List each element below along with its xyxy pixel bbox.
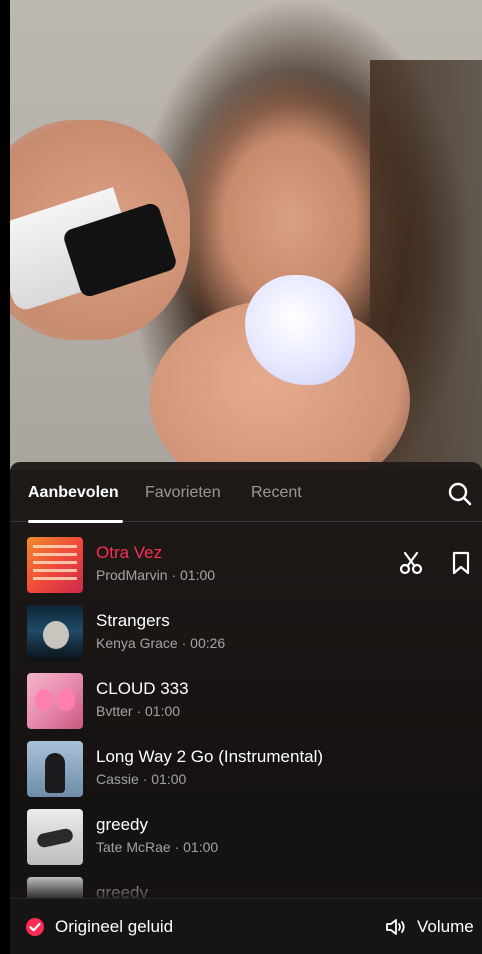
tab-favorieten[interactable]: Favorieten xyxy=(145,484,221,502)
bookmark-icon[interactable] xyxy=(448,550,474,576)
search-icon[interactable] xyxy=(446,480,474,508)
track-title: greedy xyxy=(96,815,148,834)
list-item[interactable]: Otra Vez ProdMarvin · 01:00 xyxy=(10,532,482,594)
track-title: Strangers xyxy=(96,611,170,630)
track-meta: ProdMarvin · 01:00 xyxy=(96,567,216,583)
track-meta: Tate McRae · 01:00 xyxy=(96,839,219,855)
volume-button[interactable]: Volume xyxy=(385,916,480,938)
sound-footer: Origineel geluid Volume xyxy=(10,898,482,954)
track-actions xyxy=(378,550,474,578)
list-item[interactable]: Strangers Kenya Grace · 00:26 xyxy=(10,600,482,662)
track-meta: Bvtter · 01:00 xyxy=(96,703,181,719)
album-cover xyxy=(27,741,83,797)
scissors-icon[interactable] xyxy=(398,550,424,576)
sound-picker-sheet: Aanbevolen Favorieten Recent Otra Vez Pr… xyxy=(10,462,482,954)
volume-label: Volume xyxy=(417,917,474,936)
active-tab-indicator xyxy=(28,520,123,523)
track-meta: Cassie · 01:00 xyxy=(96,771,187,787)
list-item[interactable]: greedy Tate McRae · 01:00 xyxy=(10,804,482,866)
check-circle-icon xyxy=(26,918,44,936)
album-cover xyxy=(27,673,83,729)
list-item[interactable]: CLOUD 333 Bvtter · 01:00 xyxy=(10,668,482,730)
video-left-edge xyxy=(0,0,10,470)
tab-aanbevolen[interactable]: Aanbevolen xyxy=(28,484,119,502)
tab-bar: Aanbevolen Favorieten Recent xyxy=(10,462,482,523)
original-sound-label: Origineel geluid xyxy=(55,917,174,936)
track-meta: Kenya Grace · 00:26 xyxy=(96,635,226,651)
video-preview[interactable] xyxy=(0,0,482,470)
speaker-icon xyxy=(385,917,407,937)
track-title: Long Way 2 Go (Instrumental) xyxy=(96,747,324,766)
tab-recent[interactable]: Recent xyxy=(251,484,302,502)
track-title: Otra Vez xyxy=(96,543,163,562)
album-cover xyxy=(27,605,83,661)
album-cover xyxy=(27,537,83,593)
album-cover xyxy=(27,809,83,865)
track-title: CLOUD 333 xyxy=(96,679,189,698)
list-item[interactable]: Long Way 2 Go (Instrumental) Cassie · 01… xyxy=(10,736,482,798)
